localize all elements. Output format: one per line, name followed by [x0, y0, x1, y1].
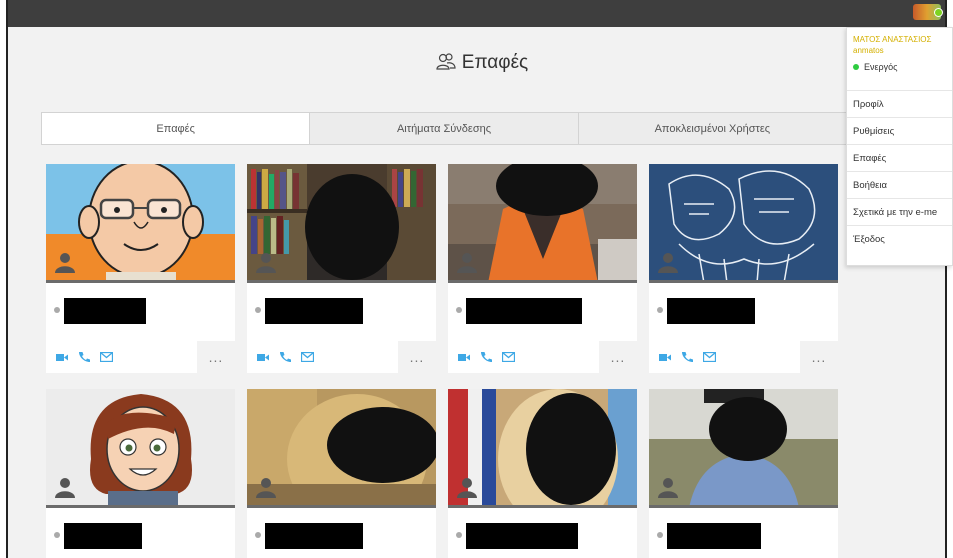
contact-card[interactable] [649, 389, 838, 558]
redacted-name [265, 523, 363, 549]
user-avatar-button[interactable] [913, 4, 943, 20]
menu-item-logout[interactable]: Έξοδος [847, 225, 952, 252]
redacted-name [64, 523, 142, 549]
contact-name-row [247, 508, 436, 558]
user-menu-header: ΜΑΤΟΣ ΑΝΑΣΤΑΣΙΟΣ anmatos Ενεργός [847, 28, 952, 72]
face-redaction [327, 407, 436, 483]
contact-card[interactable]: ... [649, 164, 838, 373]
contact-photo [46, 389, 235, 508]
contact-photo [448, 389, 637, 508]
contact-photo [46, 164, 235, 283]
person-icon [255, 251, 277, 278]
tab-connection-requests[interactable]: Αιτήματα Σύνδεσης [310, 113, 579, 144]
contact-name-row [649, 508, 838, 558]
user-dropdown-menu: ΜΑΤΟΣ ΑΝΑΣΤΑΣΙΟΣ anmatos Ενεργός Προφίλ … [846, 27, 953, 266]
contact-card[interactable] [247, 389, 436, 558]
menu-item-profile[interactable]: Προφίλ [847, 90, 952, 117]
more-options-button[interactable]: ... [800, 341, 838, 373]
person-icon [657, 476, 679, 503]
contact-name-row [46, 283, 235, 341]
contact-photo [448, 164, 637, 283]
person-icon [456, 251, 478, 278]
contact-card[interactable]: ... [448, 164, 637, 373]
person-icon [54, 251, 76, 278]
phone-icon[interactable] [680, 350, 694, 364]
status-dot [456, 307, 462, 313]
envelope-icon[interactable] [501, 350, 515, 364]
phone-icon[interactable] [479, 350, 493, 364]
status-dot [54, 532, 60, 538]
more-options-button[interactable]: ... [599, 341, 637, 373]
page-title-text: Επαφές [461, 52, 529, 73]
contact-name-row [448, 508, 637, 558]
contact-actions: ... [247, 341, 436, 373]
phone-icon[interactable] [77, 350, 91, 364]
menu-item-about[interactable]: Σχετικά με την e-me [847, 198, 952, 225]
contact-name-row [247, 283, 436, 341]
redacted-name [466, 523, 578, 549]
redacted-name [466, 298, 582, 324]
video-camera-icon[interactable] [658, 350, 672, 364]
contacts-icon [436, 53, 456, 77]
status-dot [255, 307, 261, 313]
menu-item-settings[interactable]: Ρυθμίσεις [847, 117, 952, 144]
app-frame: Επαφές Επαφές Αιτήματα Σύνδεσης Αποκλεισ… [6, 0, 947, 558]
contacts-tabs: Επαφές Αιτήματα Σύνδεσης Αποκλεισμένοι Χ… [41, 112, 847, 145]
contact-photo [247, 389, 436, 508]
phone-icon[interactable] [278, 350, 292, 364]
contact-name-row [649, 283, 838, 341]
contact-name-row [448, 283, 637, 341]
person-icon [255, 476, 277, 503]
redacted-name [265, 298, 363, 324]
more-options-button[interactable]: ... [197, 341, 235, 373]
contact-actions: ... [46, 341, 235, 373]
user-status[interactable]: Ενεργός [853, 62, 946, 72]
face-redaction [526, 393, 616, 505]
tab-contacts[interactable]: Επαφές [42, 113, 311, 144]
contact-card[interactable]: ... [247, 164, 436, 373]
status-dot [456, 532, 462, 538]
contact-card[interactable]: ... [46, 164, 235, 373]
more-options-button[interactable]: ... [398, 341, 436, 373]
contact-photo [649, 164, 838, 283]
user-status-label: Ενεργός [864, 62, 898, 72]
video-camera-icon[interactable] [457, 350, 471, 364]
person-icon [54, 476, 76, 503]
page-title: Επαφές [8, 52, 945, 77]
redacted-name [64, 298, 146, 324]
status-dot [657, 307, 663, 313]
face-redaction [709, 397, 787, 461]
online-status-dot [853, 64, 859, 70]
status-dot [255, 532, 261, 538]
contact-card[interactable] [448, 389, 637, 558]
video-camera-icon[interactable] [256, 350, 270, 364]
video-camera-icon[interactable] [55, 350, 69, 364]
contact-actions: ... [448, 341, 637, 373]
face-redaction [305, 174, 399, 280]
top-bar [8, 0, 945, 27]
redacted-name [667, 298, 755, 324]
envelope-icon[interactable] [99, 350, 113, 364]
contact-name-row [46, 508, 235, 558]
person-icon [657, 251, 679, 278]
menu-item-help[interactable]: Βοήθεια [847, 171, 952, 198]
contact-photo [247, 164, 436, 283]
redacted-name [667, 523, 761, 549]
menu-item-contacts[interactable]: Επαφές [847, 144, 952, 171]
status-dot [657, 532, 663, 538]
envelope-icon[interactable] [300, 350, 314, 364]
tab-blocked-users[interactable]: Αποκλεισμένοι Χρήστες [579, 113, 846, 144]
contact-photo [649, 389, 838, 508]
user-display-name: ΜΑΤΟΣ ΑΝΑΣΤΑΣΙΟΣ [853, 35, 932, 44]
user-menu-items: Προφίλ Ρυθμίσεις Επαφές Βοήθεια Σχετικά … [847, 90, 952, 252]
contact-card[interactable] [46, 389, 235, 558]
user-username: anmatos [853, 46, 884, 55]
status-dot [54, 307, 60, 313]
envelope-icon[interactable] [702, 350, 716, 364]
person-icon [456, 476, 478, 503]
contact-actions: ... [649, 341, 838, 373]
